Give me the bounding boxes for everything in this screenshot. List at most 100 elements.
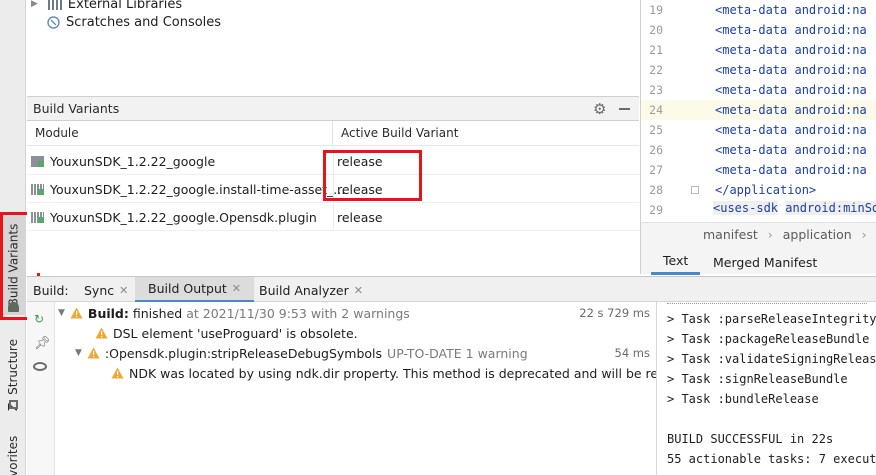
close-icon[interactable]: ✕ bbox=[354, 284, 363, 297]
code-line: <meta-data android:na bbox=[715, 143, 867, 157]
variant-select[interactable]: release bbox=[337, 203, 383, 231]
fold-marker-icon[interactable] bbox=[691, 186, 699, 194]
tab-favorites-label: avorites bbox=[6, 435, 20, 475]
build-output-tree: ▼ Build: finished at 2021/11/30 9:53 wit… bbox=[55, 302, 656, 475]
tree-item-scratches[interactable]: Scratches and Consoles bbox=[47, 12, 221, 32]
chevron-right-icon: › bbox=[861, 227, 867, 242]
rerun-icon[interactable]: ↻ bbox=[34, 312, 44, 326]
module-icon bbox=[31, 183, 44, 195]
console-line: > Task :parseReleaseIntegrityC bbox=[667, 312, 876, 326]
column-header-variant[interactable]: Active Build Variant bbox=[333, 121, 639, 146]
line-number: 25 bbox=[649, 123, 663, 137]
tab-merged-manifest[interactable]: Merged Manifest bbox=[703, 249, 827, 275]
line-number: 20 bbox=[649, 23, 663, 37]
module-icon bbox=[31, 211, 44, 223]
line-number: 29 bbox=[649, 203, 663, 217]
line-number: 19 bbox=[649, 3, 663, 17]
collapse-arrow-icon[interactable]: ▼ bbox=[58, 308, 65, 318]
warning-row[interactable]: NDK was located by using ndk.dir propert… bbox=[111, 363, 656, 383]
tab-text[interactable]: Text bbox=[651, 249, 701, 275]
tab-build-output[interactable]: Build Output ✕ bbox=[135, 277, 254, 303]
column-header-module[interactable]: Module bbox=[27, 121, 333, 146]
structure-icon bbox=[9, 400, 18, 409]
line-number: 22 bbox=[649, 63, 663, 77]
build-root-time: 22 s 729 ms bbox=[579, 306, 650, 320]
highlight-release-variants bbox=[323, 150, 422, 201]
line-number: 21 bbox=[649, 43, 663, 57]
expand-arrow-icon[interactable]: ▶ bbox=[31, 0, 38, 9]
module-name: YouxunSDK_1.2.22_google bbox=[50, 153, 216, 169]
build-variants-header: Build Variants ⚙ bbox=[27, 96, 639, 121]
column-header-module-label: Module bbox=[35, 126, 79, 140]
variant-value: release bbox=[337, 209, 383, 225]
task-status: UP-TO-DATE 1 warning bbox=[387, 345, 528, 361]
close-icon[interactable]: ✕ bbox=[119, 284, 128, 297]
code-line: <meta-data android:na bbox=[715, 123, 867, 137]
line-number: 27 bbox=[649, 163, 663, 177]
tab-build-analyzer[interactable]: Build Analyzer ✕ bbox=[259, 277, 363, 303]
code-line: <meta-data android:na bbox=[715, 63, 867, 77]
tree-item-label: External Libraries bbox=[67, 0, 183, 12]
column-header-variant-label: Active Build Variant bbox=[341, 126, 459, 140]
console-partial-line bbox=[667, 302, 867, 304]
warning-icon bbox=[111, 367, 124, 379]
warning-text: NDK was located by using ndk.dir propert… bbox=[129, 365, 656, 381]
code-line: <meta-data android:na bbox=[715, 103, 867, 117]
console-line: BUILD SUCCESSFUL in 22s bbox=[667, 432, 834, 446]
tab-sync-label: Sync bbox=[84, 282, 115, 298]
build-root-detail: at 2021/11/30 9:53 with 2 warnings bbox=[186, 305, 410, 321]
line-number: 28 bbox=[649, 183, 663, 197]
code-line: <uses-sdk android:minSd bbox=[713, 201, 876, 215]
code-line: <meta-data android:na bbox=[715, 3, 867, 17]
console-line: 55 actionable tasks: 7 execute bbox=[667, 452, 876, 466]
warning-icon bbox=[87, 347, 100, 359]
tab-merged-manifest-label: Merged Manifest bbox=[713, 254, 818, 270]
chevron-right-icon: › bbox=[767, 227, 773, 242]
eye-icon[interactable] bbox=[33, 362, 47, 371]
code-line: <meta-data android:na bbox=[715, 163, 867, 177]
warning-icon bbox=[70, 307, 83, 319]
tab-text-label: Text bbox=[663, 253, 689, 268]
breadcrumb-item[interactable]: application bbox=[783, 227, 852, 242]
line-number: 26 bbox=[649, 143, 663, 157]
close-icon[interactable]: ✕ bbox=[232, 282, 241, 295]
code-line: <meta-data android:na bbox=[715, 43, 867, 57]
scratches-icon bbox=[47, 15, 60, 29]
breadcrumb: manifest › application › m bbox=[703, 227, 876, 242]
module-name: YouxunSDK_1.2.22_google.Opensdk.plugin bbox=[50, 209, 317, 225]
gear-icon[interactable]: ⚙ bbox=[593, 100, 606, 118]
warning-row[interactable]: DSL element 'useProguard' is obsolete. bbox=[95, 323, 358, 343]
tab-sync[interactable]: Sync ✕ bbox=[84, 277, 128, 303]
warning-text: DSL element 'useProguard' is obsolete. bbox=[113, 325, 358, 341]
console-line: > Task :validateSigningRelease bbox=[667, 352, 876, 366]
breadcrumb-item[interactable]: manifest bbox=[703, 227, 758, 242]
code-line: <meta-data android:na bbox=[715, 83, 867, 97]
code-line: </application> bbox=[715, 183, 817, 197]
tab-favorites[interactable]: avorites bbox=[0, 430, 26, 475]
console-line: > Task :packageReleaseBundle U bbox=[667, 332, 876, 346]
line-number: 24 bbox=[649, 103, 663, 117]
build-root-label: Build: bbox=[87, 305, 129, 321]
task-row[interactable]: ▼ :Opensdk.plugin:stripReleaseDebugSymbo… bbox=[75, 343, 656, 363]
module-name: YouxunSDK_1.2.22_google.install-time-ass… bbox=[50, 181, 346, 197]
build-console[interactable]: > Task :parseReleaseIntegrityC > Task :p… bbox=[656, 302, 876, 475]
manifest-editor[interactable]: 19 <meta-data android:na 20 <meta-data a… bbox=[640, 0, 876, 222]
editor-footer: manifest › application › m Text Merged M… bbox=[640, 222, 876, 275]
project-tree: ▶ External Libraries Scratches and Conso… bbox=[27, 0, 639, 96]
line-number: 23 bbox=[649, 83, 663, 97]
tab-build-analyzer-label: Build Analyzer bbox=[259, 282, 349, 298]
build-label: Build: bbox=[33, 282, 69, 298]
minimize-icon[interactable] bbox=[619, 108, 630, 110]
console-line: > Task :bundleRelease bbox=[667, 392, 819, 406]
module-icon bbox=[31, 155, 44, 167]
code-line: <meta-data android:na bbox=[715, 23, 867, 37]
collapse-arrow-icon[interactable]: ▼ bbox=[75, 348, 82, 358]
warning-icon bbox=[95, 327, 108, 339]
pin-icon[interactable]: 📌︎ bbox=[34, 336, 51, 351]
task-time: 54 ms bbox=[614, 346, 650, 360]
build-side-toolbar: ↻ 📌︎ bbox=[27, 302, 55, 475]
libraries-icon bbox=[47, 0, 62, 10]
console-line: > Task :signReleaseBundle bbox=[667, 372, 848, 386]
tree-item-label: Scratches and Consoles bbox=[66, 14, 222, 30]
build-root-row[interactable]: ▼ Build: finished at 2021/11/30 9:53 wit… bbox=[58, 303, 656, 323]
